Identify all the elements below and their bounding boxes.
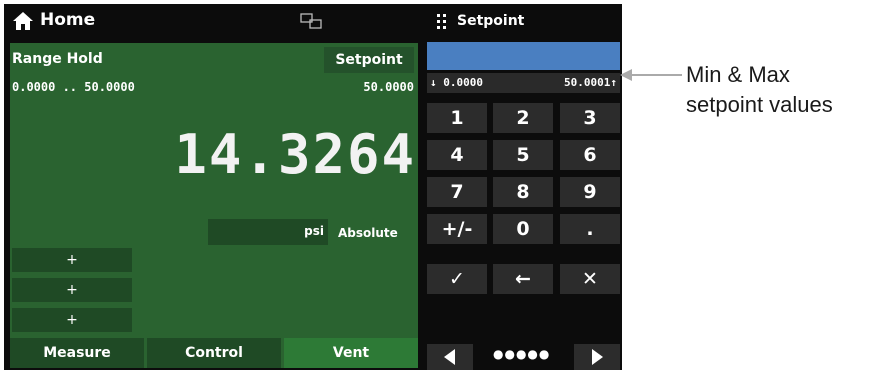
grip-icon[interactable]: [436, 12, 448, 30]
backspace-button[interactable]: ←: [493, 264, 553, 294]
add-button-1[interactable]: +: [12, 248, 132, 272]
tab-vent[interactable]: Vent: [284, 338, 418, 368]
setpoint-limits: ↓ 0.0000 50.0001↑: [427, 73, 620, 93]
key-5[interactable]: 5: [493, 140, 553, 170]
range-hold-label: Range Hold: [12, 51, 103, 67]
tab-measure[interactable]: Measure: [10, 338, 144, 368]
max-limit: 50.0001↑: [564, 76, 617, 89]
prev-icon: [444, 349, 455, 365]
keypad-title: Setpoint: [457, 13, 525, 29]
home-icon[interactable]: [12, 11, 34, 31]
key-plus-minus[interactable]: +/-: [427, 214, 487, 244]
annotation-line-1: Min & Max: [686, 62, 790, 87]
key-8[interactable]: 8: [493, 177, 553, 207]
key-3[interactable]: 3: [560, 103, 620, 133]
range-values: 0.0000 .. 50.0000: [12, 80, 135, 94]
pressure-reading: 14.3264: [174, 123, 416, 186]
key-0[interactable]: 0: [493, 214, 553, 244]
page-indicator: ●●●●●: [493, 347, 551, 361]
key-2[interactable]: 2: [493, 103, 553, 133]
unit-label: psi: [304, 224, 324, 238]
add-button-3[interactable]: +: [12, 308, 132, 332]
key-decimal[interactable]: .: [560, 214, 620, 244]
device-screen: Home Setpoint Range Hold Setpoint 0.0000…: [4, 4, 622, 370]
next-icon: [592, 349, 603, 365]
prev-page-button[interactable]: [427, 344, 473, 370]
key-6[interactable]: 6: [560, 140, 620, 170]
bottom-tabs: Measure Control Vent: [10, 338, 418, 368]
network-icon[interactable]: [300, 13, 322, 29]
setpoint-entry-field[interactable]: [427, 42, 620, 70]
annotation-arrow-icon: [620, 69, 682, 81]
annotation-text: Min & Max setpoint values: [686, 60, 833, 120]
keypad-panel: ↓ 0.0000 50.0001↑ 1 2 3 4 5 6 7 8 9 +/- …: [427, 42, 622, 370]
mode-label: Absolute: [338, 226, 398, 240]
unit-selector[interactable]: psi: [208, 219, 328, 245]
annotation-line-2: setpoint values: [686, 92, 833, 117]
next-page-button[interactable]: [574, 344, 620, 370]
tab-control[interactable]: Control: [147, 338, 281, 368]
measurement-panel: Range Hold Setpoint 0.0000 .. 50.0000 50…: [10, 43, 418, 368]
setpoint-value: 50.0000: [363, 80, 414, 94]
top-bar: Home Setpoint: [4, 4, 622, 38]
key-1[interactable]: 1: [427, 103, 487, 133]
page-title: Home: [40, 10, 96, 30]
key-7[interactable]: 7: [427, 177, 487, 207]
add-button-2[interactable]: +: [12, 278, 132, 302]
setpoint-button[interactable]: Setpoint: [324, 47, 414, 73]
key-9[interactable]: 9: [560, 177, 620, 207]
min-limit: ↓ 0.0000: [430, 76, 483, 89]
confirm-button[interactable]: ✓: [427, 264, 487, 294]
cancel-button[interactable]: ✕: [560, 264, 620, 294]
key-4[interactable]: 4: [427, 140, 487, 170]
